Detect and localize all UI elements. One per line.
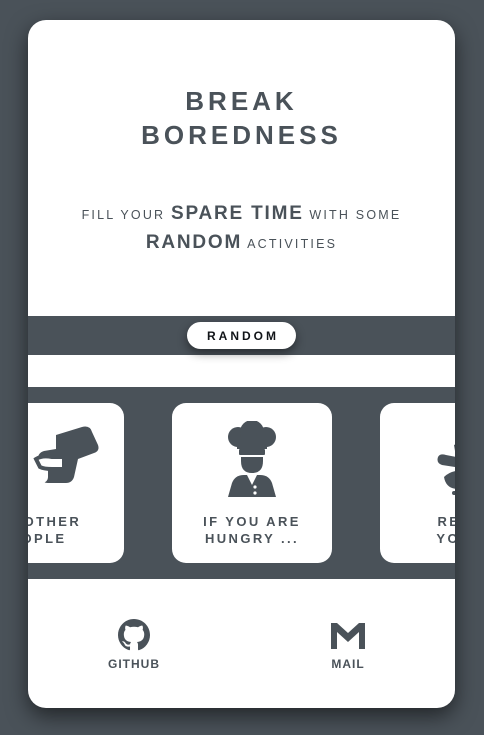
mail-icon [331, 623, 365, 649]
category-card-hungry[interactable]: IF YOU ARE HUNGRY ... [172, 403, 332, 563]
tagline-part-2: WITH SOME [309, 208, 402, 222]
title-line-1: BREAK [185, 86, 298, 116]
title-line-2: BOREDNESS [141, 120, 342, 150]
tagline-emphasis-1: SPARE TIME [170, 203, 304, 224]
category-card-help-people[interactable]: P OTHER OPLE [28, 403, 124, 563]
mail-link[interactable]: MAIL [303, 619, 393, 671]
tagline-emphasis-2: RANDOM [145, 232, 243, 253]
category-card-relax[interactable]: RELA YOUR [380, 403, 455, 563]
category-label: IF YOU ARE HUNGRY ... [203, 514, 301, 546]
page-title: BREAK BOREDNESS [28, 84, 455, 152]
footer: GITHUB MAIL [28, 579, 455, 708]
hero-section: BREAK BOREDNESS FILL YOUR SPARE TIME WIT… [28, 20, 455, 316]
github-link[interactable]: GITHUB [89, 619, 179, 671]
category-carousel[interactable]: P OTHER OPLE [28, 387, 455, 579]
main-card: BREAK BOREDNESS FILL YOUR SPARE TIME WIT… [28, 20, 455, 708]
tagline-part-3: ACTIVITIES [247, 237, 338, 251]
category-label: RELA YOUR [436, 514, 455, 546]
mail-label: MAIL [331, 657, 365, 671]
yoga-icon [437, 444, 455, 495]
handshake-icon [33, 426, 99, 483]
tagline-part-1: FILL YOUR [81, 208, 166, 222]
tagline: FILL YOUR SPARE TIME WITH SOME RANDOM AC… [28, 200, 455, 258]
random-button[interactable]: RANDOM [187, 322, 296, 349]
category-label: P OTHER OPLE [28, 514, 82, 546]
chef-icon [228, 421, 276, 497]
github-label: GITHUB [108, 657, 160, 671]
github-icon [118, 619, 150, 651]
